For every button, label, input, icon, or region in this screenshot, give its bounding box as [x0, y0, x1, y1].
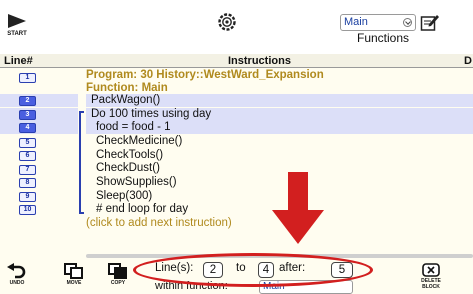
instruction-text: food = food - 1 — [96, 121, 171, 133]
undo-icon — [7, 263, 26, 279]
copy-button[interactable]: COPY — [104, 263, 132, 286]
instruction-text: Do 100 times using day — [91, 108, 212, 120]
add-next-instruction-link[interactable]: (click to add next instruction) — [86, 217, 232, 229]
selection-band — [0, 121, 78, 134]
line-number-button[interactable]: 3 — [19, 110, 36, 120]
table-header: Line# Instructions D — [0, 54, 473, 68]
function-select[interactable]: Main — [340, 14, 416, 31]
instruction-row[interactable]: food = food - 1 — [86, 121, 473, 134]
instruction-text: ShowSupplies() — [96, 176, 177, 188]
function-select-value: Main — [344, 16, 368, 28]
move-icon — [64, 263, 83, 279]
annotation-arrow-icon — [272, 172, 324, 244]
top-toolbar: START Main Functions — [0, 0, 473, 54]
line-number-button[interactable]: 10 — [19, 205, 36, 215]
selection-band — [0, 108, 78, 121]
move-button[interactable]: MOVE — [60, 263, 88, 286]
instructions-column-header: Instructions — [228, 55, 291, 67]
instruction-text: Sleep(300) — [96, 190, 153, 202]
line-number-button[interactable]: 4 — [19, 123, 36, 133]
undo-button[interactable]: UNDO — [3, 263, 31, 286]
annotation-oval — [133, 253, 373, 287]
delete-icon — [422, 263, 440, 277]
instruction-text: CheckTools() — [96, 149, 164, 161]
line-number-button[interactable]: 1 — [19, 73, 36, 83]
line-number-button[interactable]: 5 — [19, 138, 36, 148]
start-label: START — [7, 31, 27, 37]
selection-band — [0, 94, 78, 107]
instruction-row[interactable]: PackWagon() — [86, 94, 473, 107]
play-icon — [8, 14, 26, 28]
function-name: Function: Main — [86, 82, 168, 94]
instruction-text: PackWagon() — [91, 94, 161, 106]
line-number-button[interactable]: 8 — [19, 178, 36, 188]
debug-gear-icon[interactable] — [215, 11, 239, 33]
program-name: Program: 30 History::WestWard_Expansion — [86, 69, 324, 81]
delete-block-button[interactable]: DELETE BLOCK — [417, 263, 445, 290]
loop-bracket — [79, 111, 84, 214]
line-number-button[interactable]: 2 — [19, 96, 36, 106]
functions-label: Functions — [357, 31, 410, 45]
instruction-row[interactable]: Do 100 times using day — [86, 108, 473, 121]
undo-label: UNDO — [9, 280, 25, 286]
instruction-row[interactable]: CheckTools() — [86, 149, 473, 162]
move-label: MOVE — [66, 280, 82, 286]
instruction-text: CheckMedicine() — [96, 135, 183, 147]
instruction-row[interactable]: CheckMedicine() — [86, 135, 473, 148]
chevron-down-icon — [403, 18, 412, 27]
line-number-button[interactable]: 6 — [19, 151, 36, 161]
line-column-header: Line# — [4, 55, 33, 67]
line-number-button[interactable]: 9 — [19, 192, 36, 202]
instruction-text: CheckDust() — [96, 162, 160, 174]
copy-label: COPY — [110, 280, 126, 286]
line-number-button[interactable]: 7 — [19, 165, 36, 175]
clipped-column-header: D — [464, 55, 472, 67]
edit-function-icon[interactable] — [420, 12, 440, 32]
copy-icon — [108, 263, 127, 279]
start-button[interactable]: START — [2, 12, 32, 42]
instruction-text: # end loop for day — [96, 203, 189, 215]
delete-label: DELETE BLOCK — [421, 278, 441, 290]
